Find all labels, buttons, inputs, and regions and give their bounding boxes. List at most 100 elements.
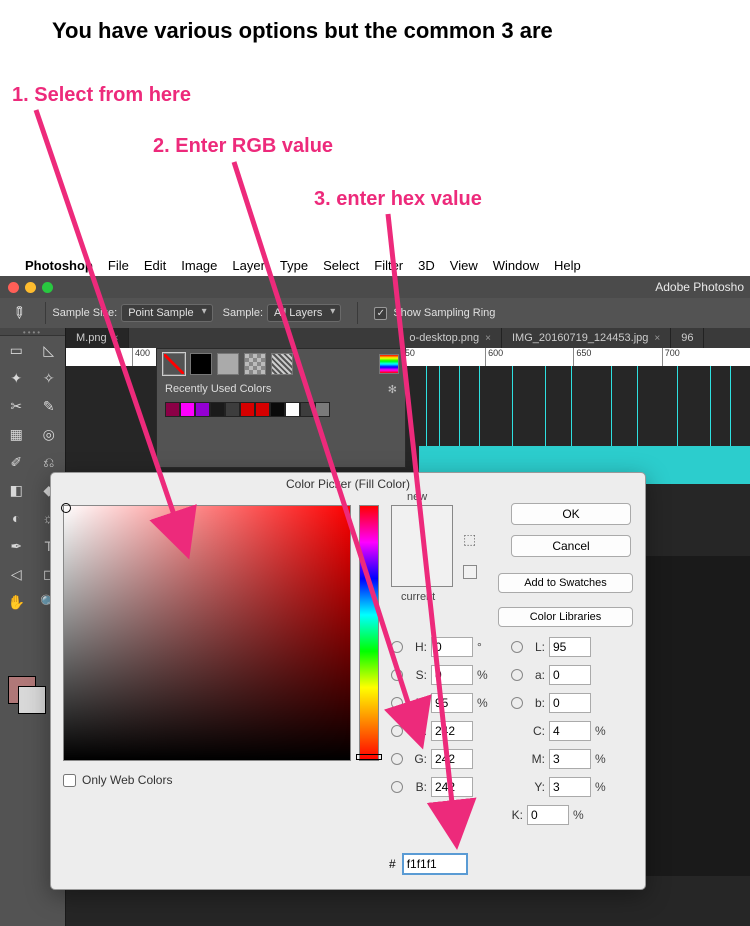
- crop-tool-icon[interactable]: ✂: [0, 392, 33, 420]
- ok-button[interactable]: OK: [511, 503, 631, 525]
- menu-window[interactable]: Window: [493, 258, 539, 273]
- spectrum-icon[interactable]: [379, 354, 399, 374]
- add-swatch-chip[interactable]: [463, 565, 477, 579]
- panel-grip[interactable]: ••••: [0, 328, 65, 336]
- swatch-item[interactable]: [255, 402, 270, 417]
- sample-size-dropdown[interactable]: Point Sample: [121, 304, 212, 322]
- input-s[interactable]: 0: [431, 665, 473, 685]
- color-field-cursor[interactable]: [61, 503, 71, 513]
- swatch-item[interactable]: [180, 402, 195, 417]
- hue-slider[interactable]: [359, 505, 379, 761]
- swatch-item[interactable]: [225, 402, 240, 417]
- tab-close-icon[interactable]: ×: [113, 333, 119, 344]
- input-l[interactable]: 95: [549, 637, 591, 657]
- cube-icon[interactable]: ⬚: [463, 531, 476, 548]
- swatch-item[interactable]: [315, 402, 330, 417]
- menu-view[interactable]: View: [450, 258, 478, 273]
- color-field[interactable]: [63, 505, 351, 761]
- menu-edit[interactable]: Edit: [144, 258, 166, 273]
- radio-s[interactable]: [391, 669, 403, 681]
- wand-tool-icon[interactable]: ✧: [33, 364, 66, 392]
- cancel-button[interactable]: Cancel: [511, 535, 631, 557]
- hue-slider-cursor[interactable]: [356, 754, 382, 760]
- swatch-item[interactable]: [210, 402, 225, 417]
- tab-1[interactable]: M.png×: [66, 328, 129, 348]
- annotation-2: 2. Enter RGB value: [153, 135, 333, 158]
- input-a[interactable]: 0: [549, 665, 591, 685]
- add-to-swatches-button[interactable]: Add to Swatches: [498, 573, 633, 593]
- menu-file[interactable]: File: [108, 258, 129, 273]
- no-fill-icon[interactable]: [163, 353, 185, 375]
- move-tool-icon[interactable]: ▭: [0, 336, 33, 364]
- window-close-button[interactable]: [8, 282, 19, 293]
- show-sampling-ring-checkbox[interactable]: ✓: [374, 307, 387, 320]
- window-maximize-button[interactable]: [42, 282, 53, 293]
- selection-tool-icon[interactable]: ◺: [33, 336, 66, 364]
- radio-l[interactable]: [511, 641, 523, 653]
- input-bv[interactable]: 95: [431, 693, 473, 713]
- input-k[interactable]: 0: [527, 805, 569, 825]
- input-r[interactable]: 242: [431, 721, 473, 741]
- menu-filter[interactable]: Filter: [374, 258, 403, 273]
- pen-tool-icon[interactable]: ✒: [0, 532, 33, 560]
- swatch-item[interactable]: [195, 402, 210, 417]
- lasso-tool-icon[interactable]: ✦: [0, 364, 33, 392]
- tab-3[interactable]: IMG_20160719_124453.jpg×: [502, 328, 671, 348]
- input-b[interactable]: 0: [549, 693, 591, 713]
- heal-tool-icon[interactable]: ◎: [33, 420, 66, 448]
- radio-g[interactable]: [391, 753, 403, 765]
- slice-tool-icon[interactable]: ▦: [0, 420, 33, 448]
- input-m[interactable]: 3: [549, 749, 591, 769]
- eyedropper-tool-icon[interactable]: ✎: [7, 301, 31, 325]
- radio-h[interactable]: [391, 641, 403, 653]
- background-swatch[interactable]: [18, 686, 46, 714]
- radio-bl[interactable]: [391, 781, 403, 793]
- eyedropper-tool-icon[interactable]: ✎: [33, 392, 66, 420]
- blur-tool-icon[interactable]: ◐: [0, 504, 33, 532]
- swatch-item[interactable]: [285, 402, 300, 417]
- brush-tool-icon[interactable]: ✐: [0, 448, 33, 476]
- unit-y: %: [595, 780, 609, 794]
- radio-r[interactable]: [391, 725, 403, 737]
- color-libraries-button[interactable]: Color Libraries: [498, 607, 633, 627]
- ruler-mark: 600: [485, 348, 573, 366]
- eraser-tool-icon[interactable]: ◧: [0, 476, 33, 504]
- menu-app-name[interactable]: Photoshop: [25, 258, 93, 273]
- radio-a[interactable]: [511, 669, 523, 681]
- swatch-item[interactable]: [165, 402, 180, 417]
- hand-tool-icon[interactable]: ✋: [0, 588, 33, 616]
- solid-fill-icon[interactable]: [190, 353, 212, 375]
- radio-bv[interactable]: [391, 697, 403, 709]
- menu-layer[interactable]: Layer: [232, 258, 265, 273]
- menu-select[interactable]: Select: [323, 258, 359, 273]
- traffic-lights: [8, 282, 53, 293]
- sample-dropdown[interactable]: All Layers: [267, 304, 341, 322]
- input-g[interactable]: 242: [431, 749, 473, 769]
- swatch-item[interactable]: [270, 402, 285, 417]
- tab-4[interactable]: 96: [671, 328, 704, 348]
- swatch-item[interactable]: [240, 402, 255, 417]
- path-tool-icon[interactable]: ◁: [0, 560, 33, 588]
- panel-gear-icon[interactable]: ✻: [388, 383, 397, 396]
- only-web-colors-checkbox[interactable]: [63, 774, 76, 787]
- radio-b[interactable]: [511, 697, 523, 709]
- pattern2-fill-icon[interactable]: [271, 353, 293, 375]
- tab-2[interactable]: o-desktop.png×: [399, 328, 502, 348]
- only-web-colors[interactable]: Only Web Colors: [63, 773, 172, 787]
- menu-image[interactable]: Image: [181, 258, 217, 273]
- tab-close-icon[interactable]: ×: [654, 333, 660, 344]
- input-y[interactable]: 3: [549, 777, 591, 797]
- input-c[interactable]: 4: [549, 721, 591, 741]
- input-bl[interactable]: 242: [431, 777, 473, 797]
- window-minimize-button[interactable]: [25, 282, 36, 293]
- input-h[interactable]: 0: [431, 637, 473, 657]
- menu-help[interactable]: Help: [554, 258, 581, 273]
- separator: [357, 302, 358, 324]
- menu-3d[interactable]: 3D: [418, 258, 435, 273]
- gradient-fill-icon[interactable]: [217, 353, 239, 375]
- tab-close-icon[interactable]: ×: [485, 333, 491, 344]
- pattern-fill-icon[interactable]: [244, 353, 266, 375]
- menu-type[interactable]: Type: [280, 258, 308, 273]
- swatch-item[interactable]: [300, 402, 315, 417]
- hex-input[interactable]: f1f1f1: [402, 853, 468, 875]
